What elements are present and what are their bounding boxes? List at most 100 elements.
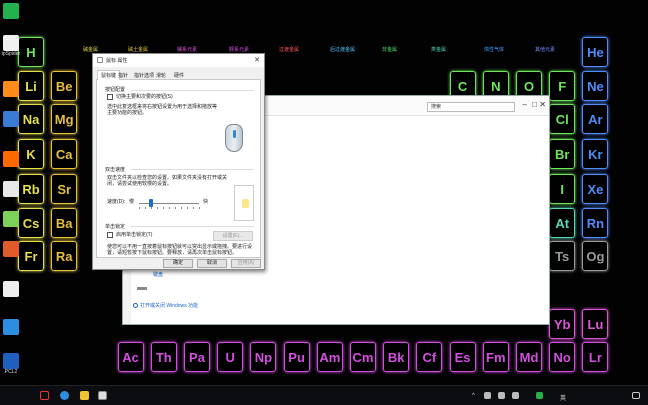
double-click-test-folder[interactable] <box>234 185 254 221</box>
element-cell: Pa <box>184 342 210 372</box>
element-symbol: Og <box>586 249 605 264</box>
element-symbol: Ne <box>587 79 604 94</box>
cancel-button[interactable]: 取消 <box>197 259 227 268</box>
element-symbol: Bk <box>387 350 405 365</box>
clicklock-label[interactable]: 启用单击锁定(T) <box>116 232 152 238</box>
category-header: 碱金属 <box>83 47 99 53</box>
element-symbol: At <box>555 216 570 231</box>
tab-wheel[interactable]: 滑轮 <box>156 72 166 79</box>
clicklock-checkbox[interactable] <box>107 232 113 238</box>
desktop-shortcut[interactable] <box>0 240 22 270</box>
desktop-shortcut[interactable] <box>0 280 22 310</box>
minimize-icon[interactable]: – <box>523 101 527 109</box>
apply-button[interactable]: 应用(A) <box>231 259 261 268</box>
tab-pointer-options[interactable]: 指针选项 <box>134 72 154 79</box>
element-symbol: U <box>225 350 235 365</box>
desktop-shortcut[interactable]: ipSpider <box>0 34 22 64</box>
desktop: 碱金属 碱土金属 镧系元素 锕系元素 过渡金属 后过渡金属 非金属 类金属 惰性气体 其他元素 H H… <box>0 0 648 405</box>
ok-button[interactable]: 确定 <box>163 259 193 268</box>
desktop-shortcut-label: ipSpider <box>1 51 21 57</box>
element-symbol: Rb <box>22 182 40 197</box>
element-symbol: K <box>26 147 36 162</box>
maximize-icon[interactable]: □ <box>532 101 537 109</box>
category-header: 其他元素 <box>535 47 556 53</box>
task-view-icon[interactable] <box>98 391 107 400</box>
element-cell: F <box>549 71 576 101</box>
file-explorer-icon[interactable] <box>80 391 89 400</box>
element-symbol: Np <box>254 350 273 365</box>
app-icon <box>3 241 19 257</box>
security-icon[interactable] <box>536 392 543 399</box>
element-symbol: Ar <box>588 112 603 127</box>
app-icon <box>3 319 19 335</box>
element-symbol: Pa <box>189 350 205 365</box>
slider-tick <box>157 207 158 209</box>
desktop-shortcut[interactable] <box>0 110 22 140</box>
element-cell: Cm <box>350 342 376 372</box>
mouse-properties-dialog[interactable]: 鼠标 属性 ✕ 鼠标键 指针 指针选项 滑轮 硬件 按钮配置 切换主要和次要的按… <box>92 53 265 270</box>
close-icon[interactable]: ✕ <box>539 101 546 109</box>
battery-icon[interactable] <box>512 392 519 399</box>
element-symbol: Es <box>454 350 471 365</box>
element-symbol: C <box>457 79 468 94</box>
desktop-shortcut[interactable] <box>0 2 22 32</box>
explorer-search-input[interactable]: 搜索 <box>427 102 515 112</box>
desktop-shortcut[interactable]: PCL2 <box>0 352 22 382</box>
element-cell: Br <box>549 139 576 169</box>
notification-icon[interactable] <box>632 392 640 399</box>
explorer-link-windows-features[interactable]: 打开或关闭 Windows 功能 <box>133 302 198 309</box>
desktop-shortcut[interactable] <box>0 180 22 210</box>
element-symbol: Rn <box>586 216 605 231</box>
app-icon[interactable] <box>40 391 49 400</box>
element-cell: Mg <box>51 104 78 134</box>
clicklock-description: 使您可以不用一直按着鼠标按钮就可以突出显示或拖拽。要进行设置，请短暂按下鼠标按钮… <box>107 244 253 256</box>
group-button-config-title: 按钮配置 <box>105 87 126 93</box>
explorer-link-keyboard[interactable]: 键盘 <box>153 271 163 278</box>
switch-buttons-label[interactable]: 切换主要和次要的按钮(S) <box>116 94 173 100</box>
element-symbol: Cl <box>555 112 569 127</box>
mouse-illustration <box>225 124 243 152</box>
element-cell: Np <box>250 342 277 372</box>
element-symbol: F <box>558 79 567 94</box>
volume-icon[interactable] <box>498 392 505 399</box>
element-symbol: Cm <box>352 350 374 365</box>
element-symbol: Xe <box>587 182 604 197</box>
element-cell: Lr <box>582 342 609 372</box>
switch-buttons-checkbox[interactable] <box>107 94 113 100</box>
tab-pointers[interactable]: 指针 <box>118 72 128 79</box>
element-cell: Rn <box>582 208 609 238</box>
element-cell: U <box>217 342 244 372</box>
clicklock-settings-button[interactable]: 设置(E)... <box>213 231 253 241</box>
taskbar: ^ 英 <box>0 385 648 405</box>
element-cell: He <box>582 37 609 67</box>
edge-browser-icon[interactable] <box>60 391 69 400</box>
element-cell: Ts <box>549 241 576 271</box>
input-method-indicator[interactable]: 英 <box>560 393 566 402</box>
element-cell: Kr <box>582 139 609 169</box>
element-cell: Ar <box>582 104 609 134</box>
element-symbol: Lr <box>588 350 602 365</box>
desktop-shortcut[interactable] <box>0 210 22 240</box>
app-icon <box>3 211 19 227</box>
element-cell: No <box>549 342 576 372</box>
speed-label: 速度(D): <box>107 199 126 205</box>
network-icon[interactable] <box>484 392 491 399</box>
dialog-title-bar[interactable]: 鼠标 属性 ✕ <box>93 54 264 67</box>
keyboard-icon <box>137 287 147 290</box>
slider-tick <box>151 207 152 209</box>
speed-slow-label: 慢 <box>129 199 135 205</box>
element-symbol: Sr <box>57 182 72 197</box>
close-icon[interactable]: ✕ <box>254 56 260 64</box>
tray-chevron-icon[interactable]: ^ <box>472 393 475 399</box>
element-cell: Og <box>582 241 609 271</box>
slider-tick <box>193 207 194 209</box>
desktop-shortcut[interactable] <box>0 150 22 180</box>
desktop-shortcut[interactable] <box>0 318 22 348</box>
desktop-icons-column: ipSpider PCL2 <box>0 0 22 385</box>
element-symbol: I <box>560 182 564 197</box>
tab-hardware[interactable]: 硬件 <box>174 72 184 79</box>
slider-thumb[interactable] <box>149 199 153 207</box>
element-symbol: Ba <box>55 216 73 231</box>
double-click-speed-slider[interactable] <box>139 203 199 204</box>
desktop-shortcut[interactable] <box>0 80 22 110</box>
